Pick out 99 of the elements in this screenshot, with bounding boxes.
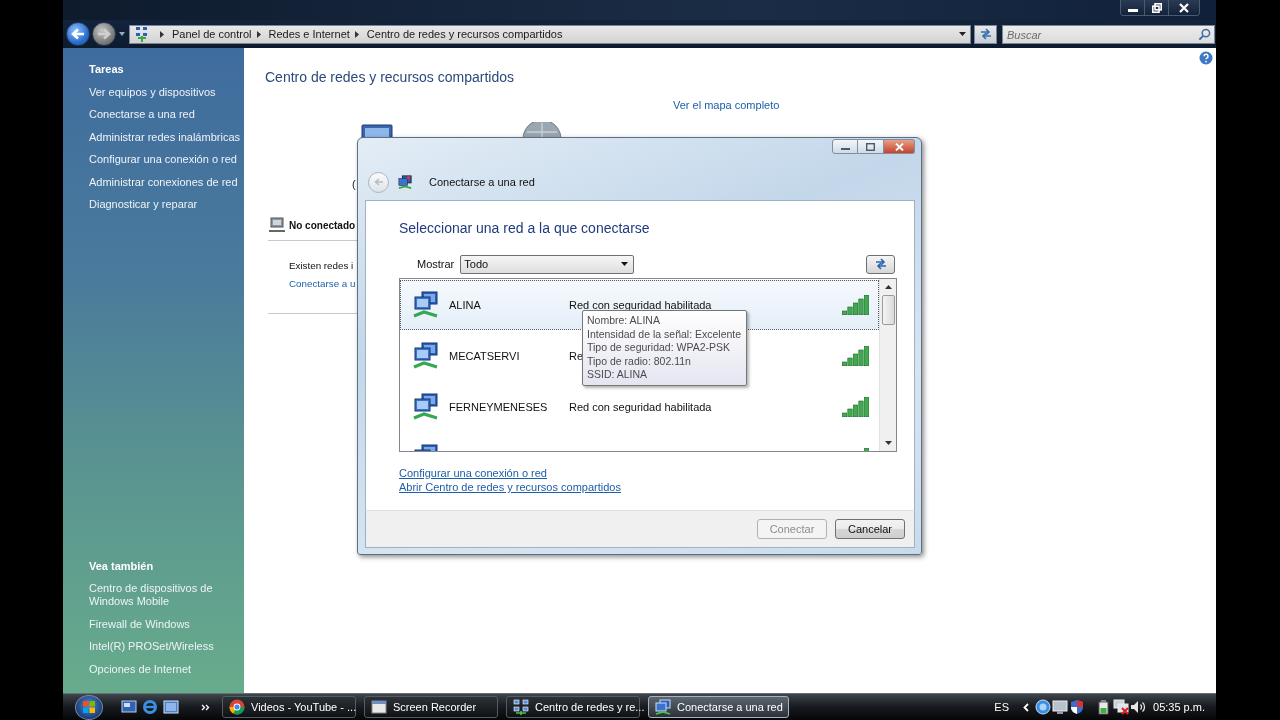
start-button[interactable] (75, 694, 103, 720)
network-error-icon[interactable] (1113, 699, 1129, 715)
computers-icon (655, 699, 671, 715)
close-icon (1179, 2, 1189, 13)
tooltip-line: SSID: ALINA (587, 368, 649, 382)
filter-dropdown[interactable]: Todo (460, 254, 635, 274)
address-field[interactable]: Panel de control Redes e Internet Centro de redes y recursos compartidos (129, 24, 971, 44)
sidebar-link[interactable]: Ver equipos y dispositivos (89, 85, 216, 99)
scroll-thumb[interactable] (881, 295, 895, 325)
maximize-button[interactable] (858, 139, 884, 154)
search-icon[interactable] (1198, 27, 1211, 41)
network-name[interactable]: ALINA (449, 299, 569, 311)
dialog-heading: Seleccionar una red a la que conectarse (399, 219, 650, 237)
computers-icon (411, 342, 441, 370)
plug-battery-icon[interactable] (1096, 699, 1112, 715)
refresh-arrows-icon (873, 258, 888, 270)
section-title: Vea también (89, 559, 154, 573)
breadcrumb-item[interactable]: Centro de redes y recursos compartidos (366, 28, 563, 40)
back-button[interactable] (66, 22, 90, 46)
minimize-button[interactable] (832, 139, 858, 154)
taskbar-button[interactable]: Videos - YouTube - ... (222, 696, 356, 718)
computer-icon (268, 217, 286, 233)
sidebar-link[interactable]: Administrar redes inalámbricas (89, 130, 240, 144)
caret-down-icon[interactable] (119, 32, 125, 36)
network-folder-icon (135, 26, 149, 42)
signal-bars-icon (842, 295, 869, 315)
page-title: Centro de redes y recursos compartidos (265, 68, 514, 86)
refresh-button[interactable] (974, 24, 997, 44)
search-field[interactable]: Buscar (1002, 25, 1215, 44)
sidebar-link[interactable]: Administrar conexiones de red (89, 175, 238, 189)
computers-icon (398, 175, 412, 189)
chevron-left-icon[interactable] (1023, 702, 1029, 712)
up-arrow-icon[interactable] (884, 285, 892, 289)
caret-down-icon (621, 262, 629, 266)
minimize-icon (840, 148, 850, 150)
caret-right-icon[interactable] (160, 30, 164, 38)
restore-icon (1151, 2, 1162, 13)
help-icon[interactable] (1199, 51, 1213, 65)
computers-icon (411, 393, 441, 421)
sidebar-link[interactable]: Configurar una conexión o red (89, 153, 237, 166)
network-name[interactable]: FERNEYMENESES (449, 401, 569, 413)
speaker-icon[interactable] (1130, 699, 1146, 715)
clock[interactable]: 05:35 p.m. (1153, 701, 1205, 713)
left-arrow-icon (373, 178, 384, 186)
signal-bars-icon (842, 397, 869, 417)
network-name[interactable]: MECATSERVI (449, 350, 569, 362)
refresh-arrows-icon (978, 27, 993, 41)
minimize-button[interactable] (1121, 0, 1145, 15)
disc-icon[interactable] (1035, 699, 1051, 715)
taskbar-button[interactable]: Screen Recorder (364, 696, 498, 718)
left-arrow-icon (71, 28, 85, 40)
caret-right-icon[interactable] (256, 30, 261, 38)
dialog-link[interactable]: Configurar una conexión o red (399, 466, 547, 480)
filter-label: Mostrar (417, 258, 455, 270)
sidebar-link[interactable]: Diagnosticar y reparar (89, 198, 198, 211)
down-arrow-icon[interactable] (884, 441, 892, 445)
minimize-icon (1127, 8, 1138, 12)
double-chevron-icon[interactable] (201, 703, 210, 711)
forward-button[interactable] (92, 22, 116, 46)
language-indicator[interactable]: ES (994, 701, 1009, 713)
computers-icon (411, 291, 441, 319)
network-status: No conectado (289, 219, 356, 231)
breadcrumb-item[interactable]: Redes e Internet (268, 28, 350, 40)
tooltip-line: Nombre: ALINA (587, 314, 661, 328)
tooltip-line: Tipo de radio: 802.11n (587, 354, 692, 369)
network-icon (513, 699, 529, 715)
info-text: Existen redes i (289, 259, 354, 273)
connect-link[interactable]: Conectarse a u (289, 277, 356, 291)
shield-icon[interactable] (1069, 699, 1085, 715)
close-button[interactable] (1169, 0, 1199, 15)
taskbar-button[interactable]: Conectarse a una red (648, 696, 789, 718)
desktop-icon[interactable] (121, 699, 137, 715)
ring-icon[interactable] (142, 699, 158, 715)
signal-bars-icon (842, 346, 869, 366)
breadcrumb-item[interactable]: Panel de control (172, 28, 252, 40)
monitor-icon[interactable] (1052, 699, 1068, 715)
tooltip-line: Tipo de seguridad: WPA2-PSK (587, 341, 731, 355)
network-security: Red con seguridad habilitada (569, 401, 712, 413)
windows-stack-icon[interactable] (163, 699, 179, 715)
caret-down-icon[interactable] (959, 32, 966, 36)
maximize-icon (866, 142, 875, 151)
sidebar-link[interactable]: Conectarse a una red (89, 108, 195, 121)
section-title: Tareas (89, 63, 124, 76)
dialog-link[interactable]: Abrir Centro de redes y recursos compartidos (399, 480, 621, 494)
dialog-button[interactable]: Cancelar (835, 519, 905, 539)
dialog-title: Conectarse a una red (429, 176, 535, 188)
tooltip-line: Intensidad de la señal: Excelente (587, 327, 742, 342)
network-security: Re (569, 350, 584, 362)
restore-button[interactable] (1145, 0, 1169, 15)
flag-logo-icon (83, 701, 95, 713)
colored-circle-icon (229, 699, 245, 715)
refresh-button[interactable] (866, 254, 895, 274)
close-icon (894, 142, 904, 151)
right-arrow-icon (97, 28, 111, 40)
network-security: Red con seguridad habilitada (569, 299, 712, 311)
computer-label: ( (352, 177, 356, 191)
caret-right-icon[interactable] (354, 30, 359, 38)
window-icon (371, 699, 387, 715)
map-link[interactable]: Ver el mapa completo (673, 98, 780, 112)
